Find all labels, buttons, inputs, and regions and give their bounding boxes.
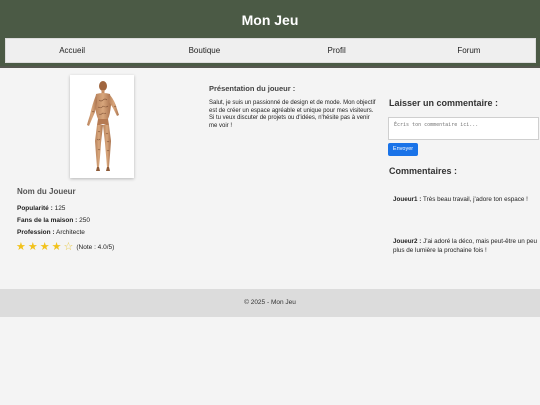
comment-item: Joueur1 : Très beau travail, j'adore ton… xyxy=(393,196,539,205)
stat-label: Fans de la maison : xyxy=(17,217,78,224)
nav-item-forum[interactable]: Forum xyxy=(403,39,535,62)
presentation-text: Salut, je suis un passionné de design et… xyxy=(209,100,376,129)
site-title: Mon Jeu xyxy=(241,12,299,28)
stat-label: Popularité : xyxy=(17,205,53,212)
stat-label: Profession : xyxy=(17,229,55,236)
comment-text: Très beau travail, j'adore ton espace ! xyxy=(421,196,528,203)
comment-author: Joueur1 : xyxy=(393,196,422,203)
stat-fans: Fans de la maison : 250 xyxy=(17,217,90,224)
stat-value: 125 xyxy=(54,205,66,212)
site-header: Mon Jeu Accueil Boutique Profil Forum xyxy=(0,0,540,68)
avatar-figure-image xyxy=(87,81,119,171)
stat-profession: Profession : Architecte xyxy=(17,229,85,236)
comment-item: Joueur2 : J'ai adoré la déco, mais peut-… xyxy=(393,238,539,255)
nav-item-accueil[interactable]: Accueil xyxy=(6,39,138,62)
stat-popularite: Popularité : 125 xyxy=(17,205,65,212)
send-comment-button[interactable]: Envoyer xyxy=(388,143,418,156)
player-rating: ★ ★ ★ ★ ☆ (Note : 4.0/5) xyxy=(16,242,114,253)
stat-value: Architecte xyxy=(56,229,85,236)
rating-note: (Note : 4.0/5) xyxy=(76,244,115,251)
main-nav: Accueil Boutique Profil Forum xyxy=(5,38,536,63)
player-avatar xyxy=(70,75,134,178)
comment-author: Joueur2 : xyxy=(393,238,422,245)
star-icon: ★ xyxy=(39,241,50,253)
site-footer: © 2025 - Mon Jeu xyxy=(0,289,540,317)
star-icon: ★ xyxy=(51,241,62,253)
player-name: Nom du Joueur xyxy=(17,187,76,196)
comments-title: Commentaires : xyxy=(389,166,458,176)
presentation-title: Présentation du joueur : xyxy=(209,84,296,93)
comment-input[interactable] xyxy=(388,117,539,140)
stat-value: 250 xyxy=(79,217,90,224)
comment-form-title: Laisser un commentaire : xyxy=(389,98,499,108)
star-icon: ★ xyxy=(27,241,38,253)
star-outline-icon: ☆ xyxy=(63,241,74,253)
star-icon: ★ xyxy=(16,241,26,253)
nav-item-boutique[interactable]: Boutique xyxy=(138,39,270,62)
footer-text: © 2025 - Mon Jeu xyxy=(244,299,296,306)
nav-item-profil[interactable]: Profil xyxy=(271,39,403,62)
